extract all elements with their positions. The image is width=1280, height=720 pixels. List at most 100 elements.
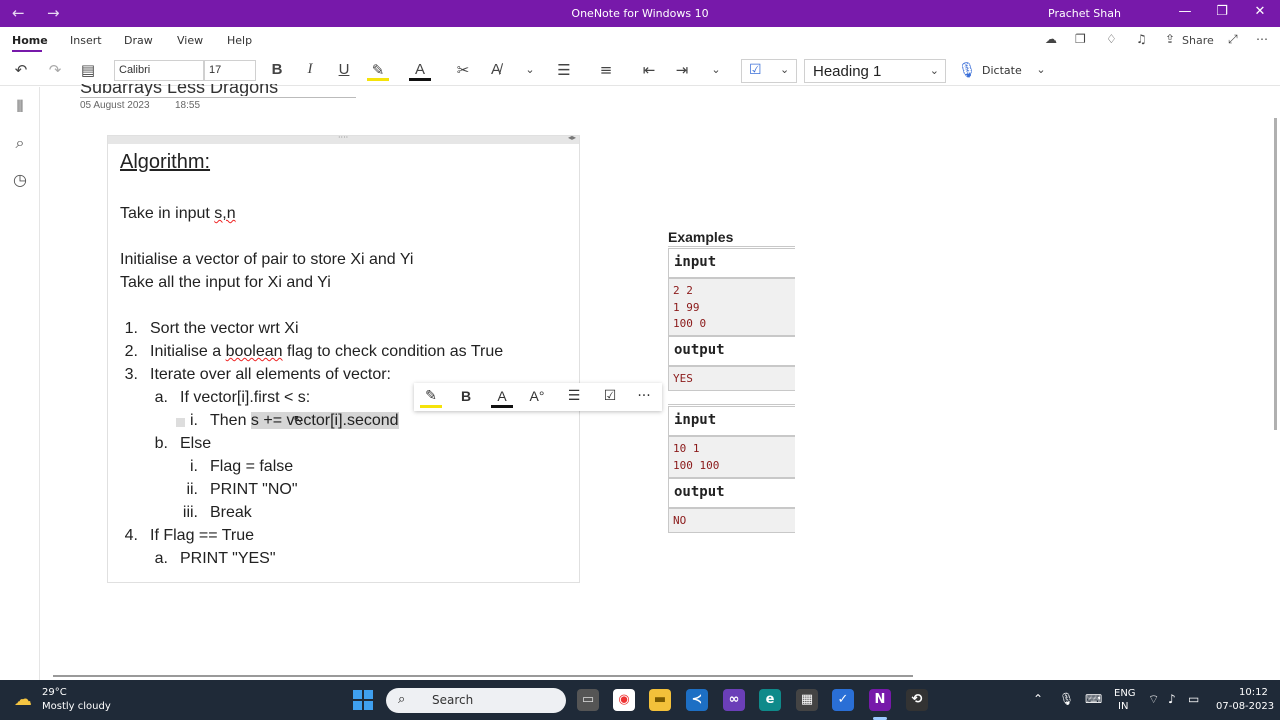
more-options-icon[interactable]: ··· [633,388,655,404]
list-item[interactable]: Break [210,504,252,522]
underline-button[interactable]: U [333,61,355,78]
redo-icon[interactable]: ↷ [44,61,66,79]
bold-button[interactable]: B [455,388,477,404]
font-color-icon[interactable]: A [491,388,513,408]
format-painter-icon[interactable]: ✂ [452,61,474,79]
font-color-icon[interactable]: A [409,61,431,81]
example2-input-line: 10 1 [673,442,700,455]
algorithm-heading[interactable]: Algorithm: [120,151,210,174]
list-number: b. [154,435,168,452]
example2-output-line: NO [673,514,687,527]
fullscreen-icon[interactable]: ⤢ [1228,32,1238,47]
tab-view[interactable]: View [177,34,203,47]
todo-icon[interactable]: ✓ [832,689,854,711]
list-item[interactable]: Iterate over all elements of vector: [150,366,391,384]
bullets-icon[interactable]: ☰ [553,61,575,79]
tab-draw[interactable]: Draw [124,34,153,47]
chrome-icon[interactable]: ◉ [613,689,635,711]
notebooks-icon[interactable]: ⫴ [10,97,30,117]
microphone-icon[interactable]: 🎙 [1059,692,1074,706]
resize-icon[interactable]: ◂▸ [568,133,576,142]
font-size-field[interactable]: 17 [204,60,256,81]
chevron-up-icon[interactable]: ⌃ [1033,692,1043,706]
search-icon[interactable]: ⌕ [10,133,30,153]
onenote-icon[interactable]: N [869,689,891,711]
bold-button[interactable]: B [266,61,288,78]
tab-help[interactable]: Help [227,34,252,47]
more-icon[interactable]: ⋯ [1256,32,1268,46]
note-container-handle[interactable]: ···· ◂▸ [108,133,579,144]
region-indicator[interactable]: IN [1118,701,1128,712]
indent-icon[interactable]: ⇥ [671,61,693,79]
recent-icon[interactable]: ◷ [10,170,30,189]
visual-studio-icon[interactable]: ∞ [723,689,745,711]
note-line-take[interactable]: Take all the input for Xi and Yi [120,274,331,292]
list-item[interactable]: Else [180,435,211,453]
app-icon[interactable]: ⟲ [906,689,928,711]
clear-format-icon[interactable]: A̸ [485,61,507,78]
calculator-icon[interactable]: ▦ [796,689,818,711]
note-line-input[interactable]: Take in input s,n [120,205,236,223]
list-item[interactable]: Initialise a boolean flag to check condi… [150,343,503,361]
edge-icon[interactable]: e [759,689,781,711]
weather-description[interactable]: Mostly cloudy [42,701,111,712]
chevron-down-icon[interactable]: ⌄ [519,63,541,76]
pages-icon[interactable]: ❐ [1075,32,1086,46]
list-item[interactable]: Sort the vector wrt Xi [150,320,299,338]
weather-temperature[interactable]: 29°C [42,687,67,698]
tag-dropdown[interactable]: ☑ ⌄ [741,59,797,83]
clock-time[interactable]: 10:12 [1239,687,1268,698]
grip-icon[interactable]: ···· [338,133,348,142]
bell-icon[interactable]: ♫ [1136,32,1147,46]
highlight-icon[interactable]: ✎ [420,388,442,408]
clock-date[interactable]: 07-08-2023 [1216,701,1274,712]
lightbulb-icon[interactable]: ♢ [1106,32,1117,46]
battery-icon[interactable]: ▭ [1188,692,1199,706]
style-dropdown[interactable]: Heading 1 ⌄ [804,59,946,83]
close-button[interactable]: ✕ [1250,4,1270,19]
list-item[interactable]: Flag = false [210,458,293,476]
outdent-icon[interactable]: ⇤ [638,61,660,79]
examples-divider [668,246,795,247]
clipboard-icon[interactable]: ▤ [77,61,99,79]
text-size-icon[interactable]: A° [526,388,548,404]
language-indicator[interactable]: ENG [1114,688,1136,699]
highlight-icon[interactable]: ✎ [367,61,389,81]
dictate-button[interactable]: Dictate [982,64,1022,77]
tab-home[interactable]: Home [12,34,48,47]
numbering-icon[interactable]: ≡ [595,61,617,79]
start-button[interactable] [353,690,373,710]
undo-icon[interactable]: ↶ [10,61,32,79]
weather-icon[interactable]: ☁ [14,689,32,710]
list-item[interactable]: PRINT "YES" [180,550,276,568]
font-name-field[interactable]: Calibri [114,60,204,81]
list-item[interactable]: If Flag == True [150,527,254,545]
wifi-icon[interactable]: ⌔ [1148,692,1159,707]
chevron-down-icon[interactable]: ⌄ [1030,63,1052,76]
user-name[interactable]: Prachet Shah [1048,7,1121,20]
keyboard-icon[interactable]: ⌨ [1085,692,1102,706]
list-item[interactable]: If vector[i].first < s: [180,389,310,407]
bullets-icon[interactable]: ☰ [563,388,585,404]
tab-insert[interactable]: Insert [70,34,102,47]
horizontal-scrollbar[interactable] [53,675,913,677]
vscode-icon[interactable]: ≺ [686,689,708,711]
maximize-button[interactable]: ❐ [1212,4,1232,19]
sync-icon[interactable]: ☁ [1045,32,1057,46]
list-item-selected[interactable]: Then s += vector[i].second [210,412,399,430]
taskbar-search[interactable]: ⌕ Search [386,688,566,713]
list-item[interactable]: PRINT "NO" [210,481,298,499]
chevron-down-icon[interactable]: ⌄ [705,63,727,76]
vertical-scrollbar[interactable] [1274,118,1277,430]
note-line-init[interactable]: Initialise a vector of pair to store Xi … [120,251,413,269]
microphone-icon[interactable]: 🎙 [956,61,978,79]
minimize-button[interactable]: — [1175,4,1195,19]
file-explorer-icon[interactable]: ▬ [649,689,671,711]
share-button[interactable]: Share [1182,34,1214,47]
volume-icon[interactable]: ♪ [1168,692,1176,706]
page-title[interactable]: Subarrays Less Dragons [80,84,356,96]
tag-icon[interactable]: ☑ [599,388,621,404]
italic-button[interactable]: I [299,61,321,78]
task-view-icon[interactable]: ▭ [577,689,599,711]
share-icon[interactable]: ⇪ [1165,32,1175,46]
